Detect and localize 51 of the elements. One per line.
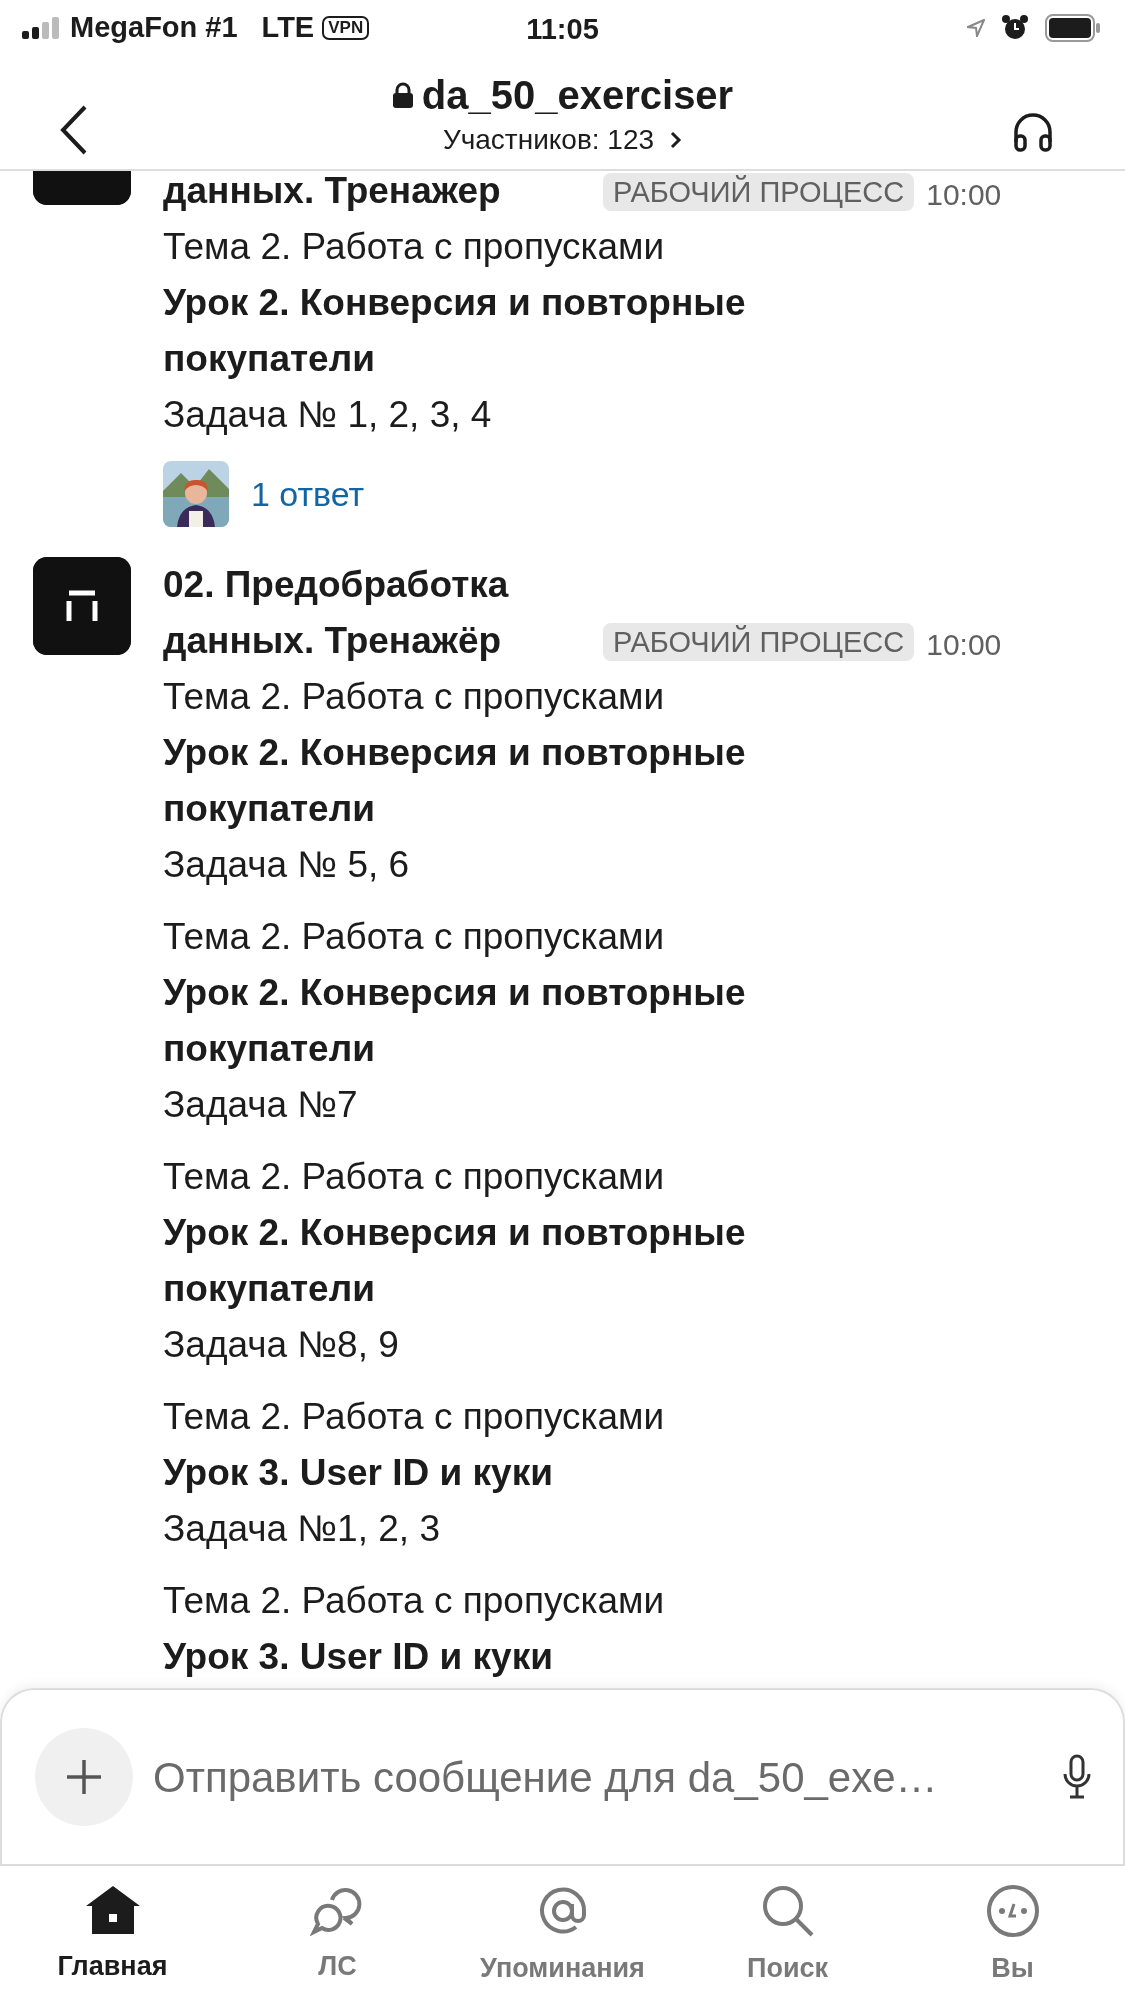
task-text: Задача №8, 9 <box>163 1323 400 1367</box>
message-composer[interactable]: Отправить сообщение для da_50_exe… <box>0 1688 1125 1864</box>
message-input[interactable]: Отправить сообщение для da_50_exe… <box>133 1745 1061 1809</box>
signal-icon <box>22 17 62 39</box>
topic-text: Тема 2. Работа с пропусками <box>163 675 666 719</box>
lesson-text: Урок 3. User ID и куки <box>163 1451 554 1495</box>
chevron-right-icon <box>670 131 683 149</box>
lock-icon <box>391 82 414 108</box>
carrier-name: MegaFon #1 <box>70 10 238 46</box>
plus-icon <box>64 1757 104 1797</box>
lesson-text: Урок 3. User ID и куки <box>163 1635 554 1679</box>
task-text: Задача № 1, 2, 3, 4 <box>163 393 493 437</box>
replies-link[interactable]: 1 ответ <box>251 466 365 522</box>
network-type: LTE <box>261 10 315 46</box>
task-text: Задача №7 <box>163 1083 359 1127</box>
tab[interactable]: Поиск <box>675 1866 900 1998</box>
location-arrow-icon <box>967 19 985 37</box>
alarm-clock-icon <box>1001 14 1029 42</box>
message-time: 10:00 <box>926 627 1002 663</box>
profile-circle-icon <box>985 1884 1040 1938</box>
lesson-text: Урок 2. Конверсия и повторные покупатели <box>163 731 747 831</box>
clock: 11:05 <box>526 12 599 47</box>
lesson-text: Урок 2. Конверсия и повторные покупатели <box>163 1211 747 1311</box>
tab[interactable]: Вы <box>900 1866 1125 1998</box>
tab[interactable]: Главная <box>0 1866 225 1998</box>
search-icon <box>760 1884 815 1938</box>
topic-text: Тема 2. Работа с пропусками <box>163 1395 666 1439</box>
task-text: Задача № 5, 6 <box>163 843 411 887</box>
sender-name: 02. Предобработка данных. Тренажёр <box>163 563 510 663</box>
task-text: Задача №1, 2, 3 <box>163 1507 441 1551</box>
vpn-badge: VPN <box>322 16 370 40</box>
topic-text: Тема 2. Работа с пропусками <box>163 915 666 959</box>
topic-text: Тема 2. Работа с пропусками <box>163 225 666 269</box>
lesson-text: Урок 2. Конверсия и повторные покупатели <box>163 971 747 1071</box>
member-count-link[interactable]: Участников: 123 <box>442 122 655 158</box>
lesson-text: Урок 2. Конверсия и повторные покупатели <box>163 281 747 381</box>
microphone-icon <box>1062 1754 1092 1800</box>
workflow-tag: РАБОЧИЙ ПРОЦЕСС <box>603 173 915 211</box>
microphone-button[interactable] <box>1061 1753 1093 1801</box>
tab[interactable]: Упоминания <box>450 1866 675 1998</box>
tab[interactable]: ЛС <box>225 1866 450 1998</box>
message-time: 10:00 <box>926 177 1002 213</box>
huddle-button[interactable] <box>1011 111 1055 153</box>
topic-text: Тема 2. Работа с пропусками <box>163 1579 666 1623</box>
headphones-icon <box>1012 112 1054 152</box>
sender-name: данных. Тренажер <box>163 171 502 213</box>
battery-icon <box>1045 14 1101 42</box>
workflow-tag: РАБОЧИЙ ПРОЦЕСС <box>603 623 915 661</box>
channel-title: da_50_exerciser <box>421 72 734 118</box>
back-chevron-icon <box>59 105 89 155</box>
topic-text: Тема 2. Работа с пропусками <box>163 1155 666 1199</box>
